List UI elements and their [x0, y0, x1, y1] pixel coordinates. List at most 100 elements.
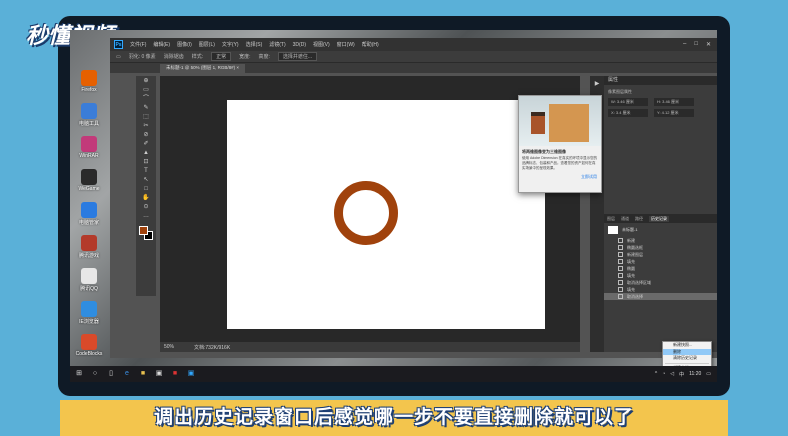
desktop-icon[interactable]: IE浏览器	[74, 301, 104, 325]
marquee-tool-icon[interactable]: ▭	[116, 54, 121, 60]
desktop-icon[interactable]: WeGame	[74, 169, 104, 192]
tool-icon[interactable]: ⬚	[138, 113, 154, 121]
search-icon[interactable]: ○	[90, 369, 100, 379]
play-icon[interactable]: ▶	[590, 80, 604, 87]
antialias-checkbox[interactable]: 消除锯齿	[164, 53, 184, 60]
tool-icon[interactable]: ↖	[138, 176, 154, 184]
desktop-icon-label: IE浏览器	[79, 319, 99, 325]
history-snapshot[interactable]: 未标题-1	[604, 223, 717, 237]
desktop-icon[interactable]: CodeBlocks	[74, 334, 104, 357]
photoshop-taskbar-icon[interactable]: ▣	[186, 369, 196, 379]
promo-try-link[interactable]: 立即试用	[519, 171, 601, 183]
desktop-icon[interactable]: WinRAR	[74, 136, 104, 159]
desktop-icon[interactable]: 电脑管家	[74, 202, 104, 226]
taskbar: ⊞ ○ ▯ e ■ ▣ ■ ▣ ^ ◔ ◁ 中 11:20 ▭	[70, 366, 717, 382]
panel-tab[interactable]: 路径	[635, 216, 643, 222]
app-icon	[81, 334, 97, 350]
style-select[interactable]: 正常	[211, 52, 232, 61]
history-step[interactable]: 填充	[604, 258, 717, 265]
panel-tab[interactable]: 通道	[621, 216, 629, 222]
tool-icon[interactable]: ▭	[138, 86, 154, 94]
promo-title: 将两维图像变为三维图像	[522, 149, 566, 154]
tool-icon[interactable]: ✂	[138, 122, 154, 130]
tool-icon[interactable]: …	[138, 212, 154, 220]
history-step[interactable]: 取消选择	[604, 293, 717, 300]
tool-icon[interactable]: ⊘	[138, 131, 154, 139]
history-panel: 图层 通道 路径 历史记录 未标题-1 新建 椭圆选框 新建图层 填充 椭圆 填充 取消选择区域填…	[604, 214, 717, 352]
desktop-icon-label: CodeBlocks	[75, 351, 103, 357]
menu-item[interactable]: 图像(I)	[177, 41, 192, 48]
clock[interactable]: 11:20	[689, 371, 701, 377]
history-step[interactable]: 取消选择区域	[604, 279, 717, 286]
photoshop-logo-icon: Ps	[114, 40, 123, 49]
panel-tab[interactable]: 图层	[607, 216, 615, 222]
chevron-up-icon[interactable]: ^	[655, 371, 657, 377]
menu-item[interactable]: 图层(L)	[199, 41, 215, 48]
tool-icon[interactable]: ✐	[138, 140, 154, 148]
menu-separator	[665, 362, 709, 364]
menu-item[interactable]: 3D(D)	[293, 42, 306, 48]
network-icon[interactable]: ◔	[662, 371, 665, 377]
desktop-icon[interactable]: 电脑工具	[74, 103, 104, 127]
desktop-icon-label: 电脑工具	[78, 121, 99, 127]
tool-icon[interactable]: T	[138, 167, 154, 175]
menu-item[interactable]: 帮助(H)	[362, 41, 379, 48]
tool-icon[interactable]: ⊙	[138, 203, 154, 211]
desktop: Firefox 电脑工具 WinRAR WeGame 电脑管家腾讯游戏腾讯QQ IE浏览器…	[70, 30, 717, 382]
panel-tab[interactable]: 历史记录	[649, 215, 669, 222]
video-subtitle: 调出历史记录窗口后感觉哪一步不要直接删除就可以了	[153, 406, 634, 428]
menu-item[interactable]: 窗口(W)	[337, 41, 355, 48]
desktop-icon[interactable]: 腾讯游戏	[74, 235, 104, 259]
history-step[interactable]: 椭圆	[604, 265, 717, 272]
start-button[interactable]: ⊞	[74, 369, 84, 379]
store-icon[interactable]: ▣	[154, 369, 164, 379]
desktop-icon[interactable]: 腾讯QQ	[74, 268, 104, 292]
history-step[interactable]: 椭圆选框	[604, 244, 717, 251]
ime-indicator[interactable]: 中	[679, 371, 684, 378]
minimize-icon[interactable]: –	[683, 41, 686, 48]
tool-icon[interactable]: ✋	[138, 194, 154, 202]
menu-item[interactable]: 文字(Y)	[222, 41, 239, 48]
history-steps: 新建 椭圆选框 新建图层 填充 椭圆 填充 取消选择区域 填充 取消选择	[604, 237, 717, 300]
x-field[interactable]: X: 3.4 厘米	[608, 109, 648, 117]
height-field[interactable]: H: 3.46 厘米	[654, 98, 694, 106]
zoom-level[interactable]: 50%	[164, 344, 174, 350]
document-tab[interactable]: 未标题-1 @ 50% (图层 1, RGB/8#) ×	[160, 64, 245, 73]
y-field[interactable]: Y: 4.12 厘米	[654, 109, 694, 117]
tool-icon[interactable]: ✎	[138, 104, 154, 112]
notification-icon[interactable]: ▭	[706, 371, 711, 377]
task-view-icon[interactable]: ▯	[106, 369, 116, 379]
menu-item[interactable]: 视图(V)	[313, 41, 330, 48]
promo-image	[519, 96, 601, 146]
desktop-icon[interactable]: Firefox	[74, 70, 104, 93]
menu-item[interactable]: 文件(F)	[130, 41, 146, 48]
width-field[interactable]: W: 3.46 厘米	[608, 98, 648, 106]
history-step[interactable]: 填充	[604, 272, 717, 279]
foreground-color-swatch[interactable]	[139, 226, 148, 235]
document-canvas[interactable]	[227, 100, 545, 329]
window-controls: – □ ✕	[683, 41, 717, 48]
tool-icon[interactable]: ⌒	[138, 95, 154, 103]
tool-icon[interactable]: ⊕	[138, 77, 154, 85]
folder-icon[interactable]: ■	[138, 369, 148, 379]
app-icon[interactable]: ■	[170, 369, 180, 379]
maximize-icon[interactable]: □	[694, 41, 698, 48]
select-and-mask-button[interactable]: 选择并遮住...	[277, 52, 318, 61]
feather-field[interactable]: 羽化: 0 像素	[129, 53, 156, 60]
package-box-image	[549, 104, 589, 142]
tool-icon[interactable]: ▲	[138, 149, 154, 157]
menu-item[interactable]: 选择(S)	[246, 41, 263, 48]
volume-icon[interactable]: ◁	[670, 371, 674, 377]
edge-icon[interactable]: e	[122, 369, 132, 379]
history-step[interactable]: 新建	[604, 237, 717, 244]
menu-item[interactable]: 编辑(E)	[153, 41, 170, 48]
tool-icon[interactable]: ⊡	[138, 158, 154, 166]
context-menu-item[interactable]: 清除历史记录	[663, 355, 711, 362]
history-step[interactable]: 新建图层	[604, 251, 717, 258]
menu-item[interactable]: 滤镜(T)	[269, 41, 285, 48]
close-icon[interactable]: ✕	[706, 41, 711, 48]
history-step[interactable]: 填充	[604, 286, 717, 293]
desktop-icon-label: WeGame	[78, 186, 100, 192]
tool-icon[interactable]: □	[138, 185, 154, 193]
height-label: 高度:	[258, 54, 270, 60]
